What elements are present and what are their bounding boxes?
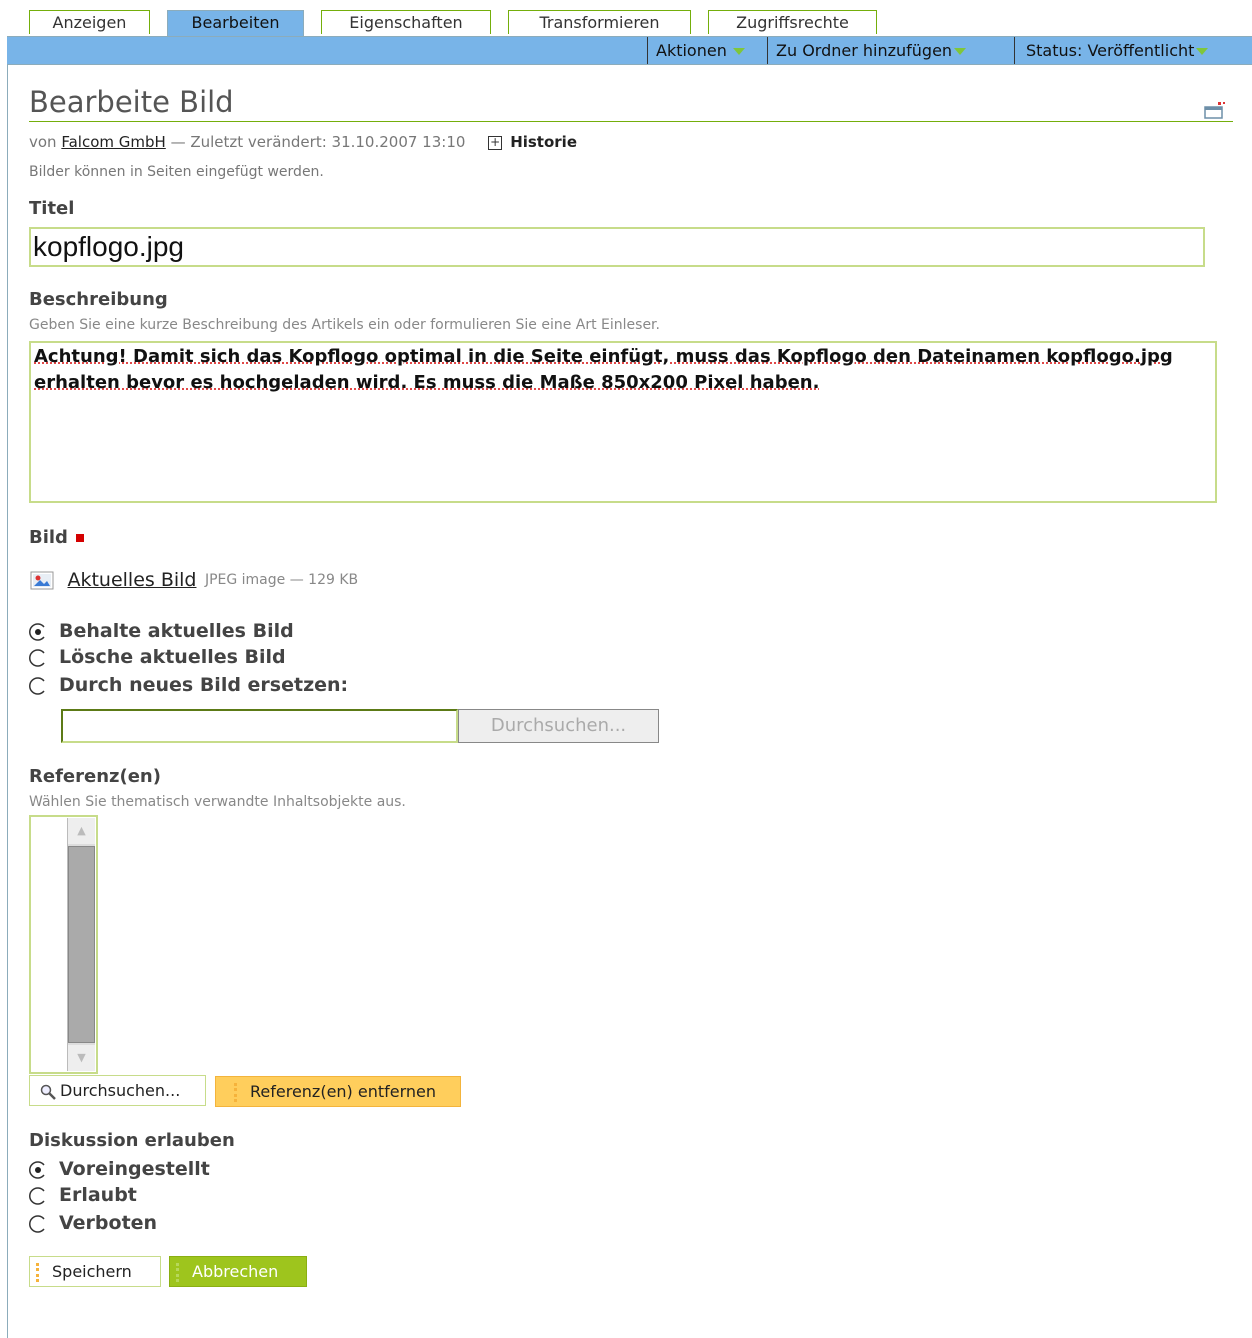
radio-replace-image[interactable]: Durch neues Bild ersetzen: (29, 674, 348, 696)
save-button[interactable]: Speichern (29, 1256, 161, 1287)
cancel-button[interactable]: Abbrechen (169, 1256, 307, 1287)
file-browse-button[interactable]: Durchsuchen... (458, 709, 659, 743)
tab-anzeigen[interactable]: Anzeigen (29, 10, 150, 34)
scroll-up-icon[interactable]: ▲ (68, 818, 95, 844)
radio-label: Erlaubt (59, 1184, 137, 1206)
radio-discussion-default[interactable]: Voreingestellt (29, 1158, 210, 1180)
radio-unselected-icon[interactable] (29, 676, 47, 695)
image-file-icon (30, 571, 54, 590)
tab-zugriffsrechte[interactable]: Zugriffsrechte (708, 10, 877, 34)
content-action-bar: Aktionen Zu Ordner hinzufügen Status: Ve… (7, 36, 1252, 65)
expand-plus-icon[interactable]: + (488, 135, 503, 150)
radio-delete-image[interactable]: Lösche aktuelles Bild (29, 646, 286, 668)
references-label: Referenz(en) (29, 766, 161, 787)
actions-menu-label: Aktionen (656, 41, 727, 60)
radio-discussion-forbidden[interactable]: Verboten (29, 1212, 157, 1234)
history-link[interactable]: Historie (510, 133, 577, 151)
actions-menu[interactable]: Aktionen (647, 37, 767, 64)
file-upload-input[interactable] (61, 709, 458, 743)
required-marker-icon (75, 534, 84, 542)
discussion-label: Diskussion erlauben (29, 1130, 235, 1151)
title-divider (29, 121, 1233, 122)
type-description: Bilder können in Seiten eingefügt werden… (29, 164, 324, 180)
scrollbar-thumb[interactable] (68, 846, 95, 1043)
radio-discussion-allowed[interactable]: Erlaubt (29, 1184, 137, 1206)
radio-label: Behalte aktuelles Bild (59, 620, 294, 642)
add-to-folder-menu[interactable]: Zu Ordner hinzufügen (767, 37, 1014, 64)
last-modified: — Zuletzt verändert: 31.10.2007 13:10 (170, 133, 466, 151)
tab-transformieren[interactable]: Transformieren (508, 10, 691, 34)
references-browse-label: Durchsuchen... (60, 1081, 181, 1100)
fullscreen-icon[interactable] (1204, 101, 1226, 119)
save-label: Speichern (52, 1262, 132, 1281)
radio-keep-image[interactable]: Behalte aktuelles Bild (29, 620, 294, 642)
current-image-link[interactable]: Aktuelles Bild (67, 569, 196, 591)
radio-unselected-icon[interactable] (29, 1214, 47, 1233)
radio-unselected-icon[interactable] (29, 1186, 47, 1205)
image-label: Bild (29, 527, 68, 548)
radio-selected-icon[interactable] (29, 622, 47, 641)
grip-icon (234, 1083, 242, 1102)
cancel-label: Abbrechen (192, 1262, 279, 1281)
description-label: Beschreibung (29, 289, 168, 310)
radio-unselected-icon[interactable] (29, 648, 47, 667)
description-text: Achtung! Damit sich das Kopflogo optimal… (34, 346, 1173, 393)
magnifier-icon (40, 1084, 56, 1100)
references-remove-label: Referenz(en) entfernen (250, 1082, 437, 1101)
radio-label: Durch neues Bild ersetzen: (59, 674, 349, 696)
references-scrollbar[interactable]: ▲ ▼ (67, 818, 95, 1071)
chevron-down-icon (1196, 48, 1209, 55)
image-label-row: Bild (29, 527, 84, 548)
chevron-down-icon (732, 48, 745, 55)
status-menu[interactable]: Status: Veröffentlicht (1014, 37, 1252, 64)
references-help: Wählen Sie thematisch verwandte Inhaltso… (29, 794, 406, 810)
grip-icon (36, 1263, 44, 1282)
current-image-row: Aktuelles Bild JPEG image — 129 KB (29, 569, 358, 591)
tab-bearbeiten[interactable]: Bearbeiten (167, 10, 304, 37)
content-frame-border (7, 60, 8, 1338)
references-listbox[interactable]: ▲ ▼ (29, 815, 98, 1074)
add-to-folder-label: Zu Ordner hinzufügen (776, 41, 953, 60)
document-byline: von Falcom GmbH — Zuletzt verändert: 31.… (29, 133, 577, 151)
references-browse-button[interactable]: Durchsuchen... (29, 1075, 206, 1106)
radio-selected-icon[interactable] (29, 1160, 47, 1179)
radio-label: Voreingestellt (59, 1158, 210, 1180)
radio-label: Verboten (59, 1212, 158, 1234)
title-input[interactable]: kopflogo.jpg (29, 227, 1205, 267)
grip-icon (176, 1263, 184, 1282)
description-textarea[interactable]: Achtung! Damit sich das Kopflogo optimal… (29, 341, 1217, 503)
chevron-down-icon (954, 48, 967, 55)
description-help: Geben Sie eine kurze Beschreibung des Ar… (29, 317, 660, 333)
scroll-down-icon[interactable]: ▼ (68, 1045, 95, 1071)
page-title: Bearbeite Bild (29, 85, 234, 119)
author-link[interactable]: Falcom GmbH (61, 133, 165, 151)
radio-label: Lösche aktuelles Bild (59, 646, 286, 668)
current-image-meta: JPEG image — 129 KB (204, 572, 359, 588)
references-remove-button[interactable]: Referenz(en) entfernen (215, 1076, 461, 1107)
byline-prefix: von (29, 133, 57, 151)
status-menu-label: Status: Veröffentlicht (1026, 41, 1195, 60)
tab-eigenschaften[interactable]: Eigenschaften (321, 10, 491, 34)
title-label: Titel (29, 198, 75, 219)
